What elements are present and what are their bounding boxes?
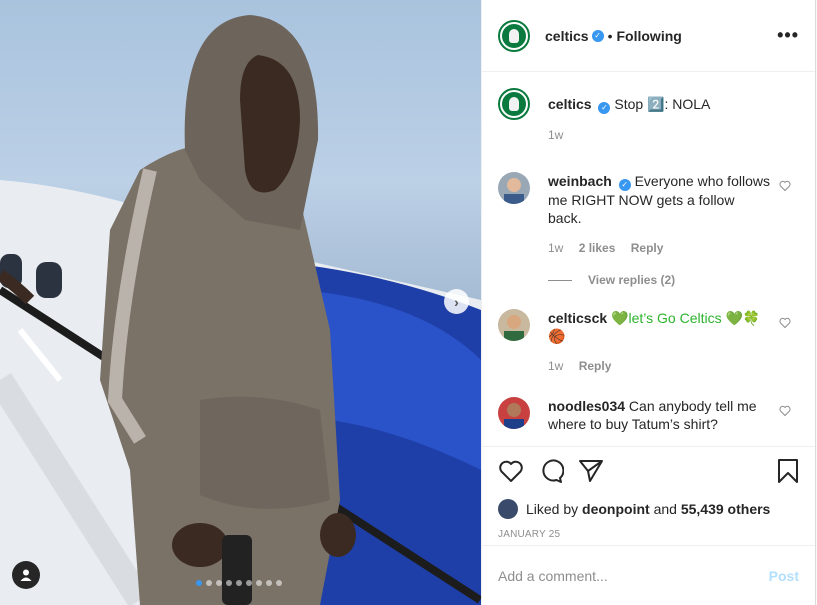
photo-scene — [0, 15, 481, 605]
comment-icon[interactable] — [538, 459, 564, 483]
comment-input[interactable] — [498, 567, 769, 584]
verified-icon: ✓ — [591, 29, 604, 42]
heart-icon[interactable] — [779, 317, 791, 329]
likes-and: and — [653, 501, 677, 517]
view-replies-button[interactable]: View replies (2) — [548, 273, 799, 287]
list-item: noodles034 Can anybody tell me where to … — [498, 397, 799, 433]
more-icon[interactable]: ••• — [777, 25, 799, 46]
heart-icon[interactable] — [779, 180, 791, 192]
comment-username[interactable]: celticsck — [548, 310, 607, 326]
post-username[interactable]: celtics — [545, 28, 589, 44]
post-actions: Liked by deonpoint and 55,439 others JAN… — [482, 446, 815, 540]
heart-icon[interactable] — [498, 459, 524, 483]
carousel-dot — [266, 580, 272, 586]
user-tag-icon — [20, 569, 32, 581]
carousel-dot — [196, 580, 202, 586]
carousel-dot — [256, 580, 262, 586]
caption-text: Stop 2️⃣: NOLA — [614, 96, 711, 112]
post-date: JANUARY 25 — [498, 529, 561, 540]
heart-icon[interactable] — [779, 405, 791, 417]
reply-button[interactable]: Reply — [631, 241, 664, 255]
bookmark-icon[interactable] — [777, 458, 799, 484]
carousel-dot — [216, 580, 222, 586]
post-photo[interactable]: › — [0, 0, 481, 605]
add-comment-bar: Post — [482, 545, 815, 605]
avatar[interactable] — [498, 499, 518, 519]
caption-age: 1w — [548, 128, 564, 142]
list-item: weinbach ✓ Everyone who follows me RIGHT… — [498, 172, 799, 257]
caption-username[interactable]: celtics — [548, 96, 592, 112]
avatar[interactable] — [498, 309, 530, 341]
reply-button[interactable]: Reply — [579, 359, 612, 373]
avatar[interactable] — [498, 19, 530, 52]
comment-username[interactable]: weinbach — [548, 173, 612, 189]
likes-prefix: Liked by — [526, 501, 579, 517]
post-header: celtics ✓ • Following ••• — [482, 0, 815, 72]
comment-age: 1w — [548, 241, 564, 255]
share-icon[interactable] — [578, 459, 604, 483]
carousel-dot — [206, 580, 212, 586]
following-button[interactable]: Following — [617, 28, 682, 44]
avatar[interactable] — [498, 397, 530, 429]
verified-icon: ✓ — [618, 179, 631, 191]
list-item: celticsck 💚let’s Go Celtics 💚🍀🏀 1w Reply — [498, 309, 799, 375]
carousel-dot — [276, 580, 282, 586]
post-button[interactable]: Post — [769, 568, 799, 584]
caption: celtics ✓ Stop 2️⃣: NOLA 1w — [498, 88, 799, 144]
likes-count[interactable]: 55,439 others — [681, 501, 771, 517]
verified-icon: ✓ — [598, 102, 611, 114]
carousel-indicator — [196, 580, 282, 586]
comment-likes[interactable]: 2 likes — [579, 241, 616, 255]
carousel-dot — [226, 580, 232, 586]
carousel-dot — [236, 580, 242, 586]
avatar[interactable] — [498, 88, 530, 120]
likes-summary: Liked by deonpoint and 55,439 others — [498, 499, 799, 519]
likes-user[interactable]: deonpoint — [582, 501, 650, 517]
comment-username[interactable]: noodles034 — [548, 398, 625, 414]
comments-list[interactable]: celtics ✓ Stop 2️⃣: NOLA 1w weinbach ✓ E… — [482, 72, 815, 446]
next-photo-button[interactable]: › — [444, 289, 469, 314]
post-side-panel: celtics ✓ • Following ••• celtics ✓ Stop… — [481, 0, 816, 605]
next-arrow-icon: › — [454, 293, 459, 310]
avatar[interactable] — [498, 172, 530, 204]
carousel-dot — [246, 580, 252, 586]
separator-dot: • — [607, 27, 613, 44]
comment-age: 1w — [548, 359, 564, 373]
tagged-users-button[interactable] — [12, 561, 40, 589]
